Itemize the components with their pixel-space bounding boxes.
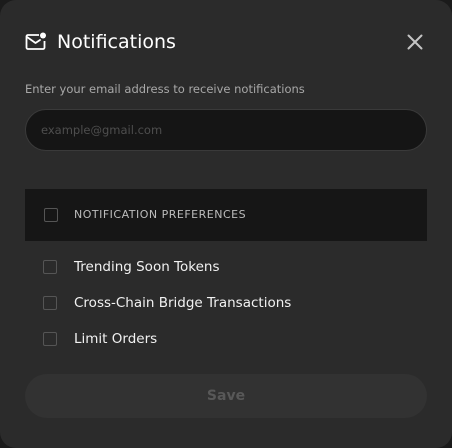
email-input[interactable] <box>26 110 426 150</box>
notifications-modal: Notifications Enter your email address t… <box>0 0 452 448</box>
preferences-header: NOTIFICATION PREFERENCES <box>25 189 427 241</box>
limit-orders-checkbox[interactable] <box>43 332 57 346</box>
mail-notification-icon <box>25 32 46 50</box>
select-all-checkbox[interactable] <box>44 208 58 222</box>
dialog-title: Notifications <box>57 31 176 53</box>
close-icon[interactable] <box>404 31 426 53</box>
save-button[interactable]: Save <box>25 374 427 418</box>
preferences-header-label: NOTIFICATION PREFERENCES <box>74 208 247 221</box>
option-label: Limit Orders <box>74 331 158 347</box>
dialog-subtitle: Enter your email address to receive noti… <box>25 82 305 96</box>
option-trending-soon-tokens[interactable]: Trending Soon Tokens <box>25 253 427 281</box>
email-field[interactable] <box>25 109 427 151</box>
option-cross-chain-bridge[interactable]: Cross-Chain Bridge Transactions <box>25 289 427 317</box>
option-label: Cross-Chain Bridge Transactions <box>74 295 292 311</box>
trending-soon-tokens-checkbox[interactable] <box>43 260 57 274</box>
cross-chain-bridge-checkbox[interactable] <box>43 296 57 310</box>
option-limit-orders[interactable]: Limit Orders <box>25 325 427 353</box>
option-label: Trending Soon Tokens <box>74 259 220 275</box>
